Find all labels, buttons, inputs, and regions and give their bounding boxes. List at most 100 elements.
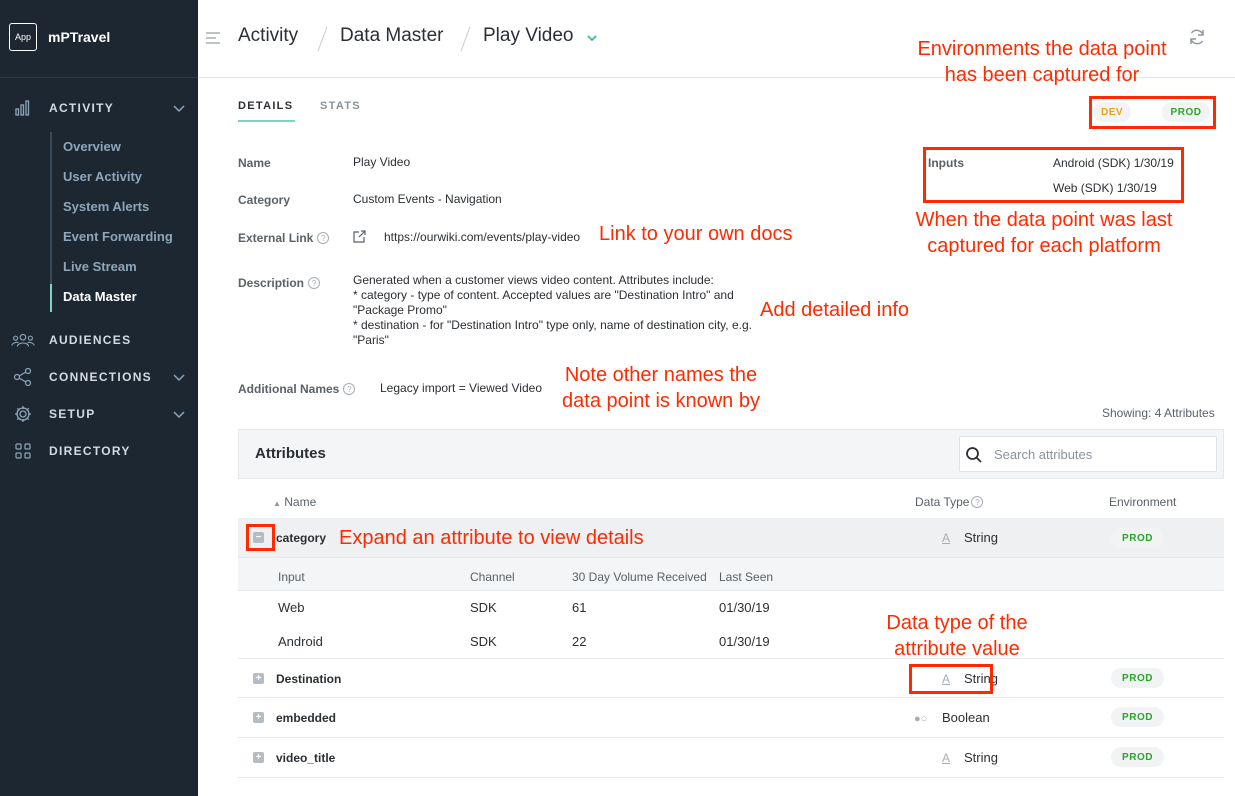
string-type-icon: A bbox=[942, 751, 951, 765]
annotation-box-expand bbox=[246, 524, 275, 551]
chevron-down-icon[interactable] bbox=[172, 101, 186, 115]
attribute-data-type: ●○ Boolean bbox=[914, 710, 990, 725]
detail-volume: 22 bbox=[572, 634, 587, 649]
expand-icon[interactable]: + bbox=[253, 673, 264, 684]
boolean-type-icon: ●○ bbox=[914, 713, 928, 725]
detail-last-seen: 01/30/19 bbox=[719, 600, 770, 615]
annotation-line: Environments the data point bbox=[917, 38, 1167, 60]
external-link-label-text: External Link bbox=[238, 231, 314, 245]
bar-chart-icon bbox=[11, 98, 35, 118]
annotation-box-inputs bbox=[923, 147, 1184, 203]
additional-names-value: Legacy import = Viewed Video bbox=[380, 381, 542, 395]
description-line: * category - type of content. Accepted v… bbox=[353, 288, 734, 302]
nav-activity[interactable]: ACTIVITY bbox=[0, 97, 198, 119]
detail-channel: SDK bbox=[470, 600, 497, 615]
env-badge-prod: PROD bbox=[1111, 707, 1164, 727]
help-icon[interactable]: ? bbox=[343, 383, 356, 395]
external-link-icon[interactable] bbox=[353, 230, 366, 243]
table-row[interactable]: + embedded ●○ Boolean PROD bbox=[238, 698, 1224, 738]
breadcrumb-data-master[interactable]: Data Master bbox=[340, 25, 443, 47]
annotation-environments: Environments the data point has been cap… bbox=[897, 36, 1187, 88]
column-environment: Environment bbox=[1109, 495, 1177, 509]
column-name-label: Name bbox=[284, 495, 317, 509]
category-value: Custom Events - Navigation bbox=[353, 192, 502, 206]
nav-setup-label: SETUP bbox=[49, 407, 96, 421]
detail-table-header: Input Channel 30 Day Volume Received Las… bbox=[238, 558, 1224, 591]
annotation-detailed: Add detailed info bbox=[760, 299, 910, 321]
annotation-last-captured: When the data point was last captured fo… bbox=[898, 207, 1190, 259]
submenu-active-indicator bbox=[50, 284, 52, 312]
brand[interactable]: App mPTravel bbox=[9, 23, 110, 51]
sidebar-divider bbox=[0, 77, 198, 78]
detail-volume: 61 bbox=[572, 600, 587, 615]
detail-column-channel: Channel bbox=[470, 570, 515, 584]
chevron-down-icon[interactable] bbox=[172, 407, 186, 421]
sort-ascending-icon[interactable]: ▲ bbox=[273, 499, 281, 508]
refresh-icon[interactable] bbox=[1188, 28, 1206, 46]
sidebar-item-live-stream[interactable]: Live Stream bbox=[63, 259, 137, 274]
attribute-data-type: A String bbox=[942, 530, 998, 545]
breadcrumb-activity[interactable]: Activity bbox=[238, 25, 298, 47]
menu-icon[interactable] bbox=[206, 32, 220, 44]
search-input[interactable] bbox=[994, 437, 1209, 471]
sidebar-item-user-activity[interactable]: User Activity bbox=[63, 169, 142, 184]
table-row[interactable]: + video_title A String PROD bbox=[238, 738, 1224, 778]
name-value: Play Video bbox=[353, 155, 411, 169]
tab-stats[interactable]: STATS bbox=[320, 100, 361, 112]
attribute-name: video_title bbox=[276, 751, 336, 765]
description-line: "Package Promo" bbox=[353, 303, 447, 317]
env-badge-prod: PROD bbox=[1111, 528, 1164, 548]
gear-icon bbox=[11, 404, 35, 424]
nav-connections[interactable]: CONNECTIONS bbox=[0, 366, 198, 388]
detail-column-volume: 30 Day Volume Received bbox=[572, 570, 707, 584]
sidebar-item-event-forwarding[interactable]: Event Forwarding bbox=[63, 229, 173, 244]
annotation-link: Link to your own docs bbox=[599, 223, 793, 245]
annotation-box-data-type bbox=[909, 664, 993, 694]
description-value: Generated when a customer views video co… bbox=[353, 273, 773, 348]
breadcrumb-separator bbox=[317, 26, 328, 52]
expand-icon[interactable]: + bbox=[253, 752, 264, 763]
help-icon[interactable]: ? bbox=[317, 232, 330, 244]
breadcrumb-separator bbox=[460, 26, 471, 52]
nav-directory-label: DIRECTORY bbox=[49, 444, 131, 458]
env-badge-prod: PROD bbox=[1111, 747, 1164, 767]
search-icon bbox=[966, 447, 982, 463]
chevron-down-icon[interactable] bbox=[586, 33, 598, 43]
attribute-name: embedded bbox=[276, 711, 337, 725]
additional-names-label: Additional Names? bbox=[238, 382, 356, 396]
attributes-header: Attributes bbox=[238, 429, 1224, 479]
sidebar-item-data-master[interactable]: Data Master bbox=[63, 289, 137, 304]
detail-column-input: Input bbox=[278, 570, 305, 584]
breadcrumb-play-video[interactable]: Play Video bbox=[483, 25, 574, 47]
nav-directory[interactable]: DIRECTORY bbox=[0, 440, 198, 462]
detail-column-last-seen: Last Seen bbox=[719, 570, 774, 584]
nav-audiences[interactable]: AUDIENCES bbox=[0, 329, 198, 351]
connections-icon bbox=[11, 367, 35, 387]
table-row[interactable]: + Destination A String PROD bbox=[238, 658, 1224, 698]
help-icon[interactable]: ? bbox=[971, 496, 984, 508]
help-icon[interactable]: ? bbox=[308, 277, 321, 289]
column-name[interactable]: ▲ Name bbox=[273, 495, 316, 509]
description-label: Description? bbox=[238, 276, 321, 290]
env-badge-prod: PROD bbox=[1111, 668, 1164, 688]
description-label-text: Description bbox=[238, 276, 305, 290]
data-type-label: String bbox=[964, 750, 998, 765]
chevron-down-icon[interactable] bbox=[172, 370, 186, 384]
annotation-line: captured for each platform bbox=[927, 235, 1161, 257]
annotation-box-environments bbox=[1089, 96, 1216, 129]
users-icon bbox=[11, 330, 35, 350]
sidebar: App mPTravel ACTIVITY Overview User Acti… bbox=[0, 0, 198, 796]
sidebar-item-overview[interactable]: Overview bbox=[63, 139, 121, 154]
search-box[interactable] bbox=[959, 436, 1217, 472]
description-line: * destination - for "Destination Intro" … bbox=[353, 318, 752, 332]
expand-icon[interactable]: + bbox=[253, 712, 264, 723]
tab-details[interactable]: DETAILS bbox=[238, 100, 293, 112]
external-link-value[interactable]: https://ourwiki.com/events/play-video bbox=[384, 230, 580, 244]
nav-setup[interactable]: SETUP bbox=[0, 403, 198, 425]
attribute-count: Showing: 4 Attributes bbox=[1102, 406, 1215, 420]
column-data-type-label: Data Type bbox=[915, 495, 970, 509]
sidebar-item-system-alerts[interactable]: System Alerts bbox=[63, 199, 149, 214]
additional-names-label-text: Additional Names bbox=[238, 382, 340, 396]
nav-audiences-label: AUDIENCES bbox=[49, 333, 132, 347]
annotation-line: data point is known by bbox=[562, 390, 760, 412]
